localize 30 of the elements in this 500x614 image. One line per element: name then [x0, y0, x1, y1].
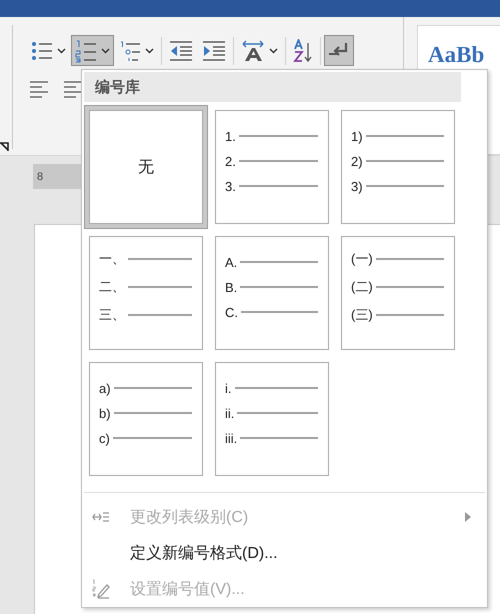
submenu-arrow-icon — [465, 512, 471, 522]
numbering-format-tile[interactable]: (一) (二) (三) — [341, 236, 455, 350]
numbered-list-icon — [75, 38, 97, 62]
bullet-list-icon — [31, 40, 53, 62]
list-level-icon — [92, 511, 110, 523]
align-center-icon — [63, 80, 83, 100]
numbering-pen-icon — [92, 578, 110, 600]
caret-icon — [101, 48, 110, 54]
ruler-number: 8 — [37, 170, 44, 182]
numbering-format-tile[interactable]: 1. 2. 3. — [215, 110, 329, 224]
text-direction-icon — [241, 40, 265, 62]
style-sample: AaBb — [428, 42, 484, 67]
numbering-format-tile[interactable]: 一、 二、 三、 — [89, 236, 203, 350]
numbering-button[interactable] — [71, 35, 114, 66]
multilevel-list-icon — [119, 40, 141, 62]
numbering-format-tile[interactable]: a) b) c) — [89, 362, 203, 476]
dialog-launcher-icon[interactable] — [0, 142, 9, 151]
numbering-format-tile[interactable]: 1) 2) 3) — [341, 110, 455, 224]
decrease-indent-icon — [169, 40, 193, 62]
numbering-format-tile[interactable]: A. B. C. — [215, 236, 329, 350]
increase-indent-icon — [202, 40, 226, 62]
menu-item[interactable]: 定义新编号格式(D)... — [82, 535, 487, 571]
menu-header: 编号库 — [84, 72, 461, 102]
caret-icon — [57, 48, 66, 54]
sort-icon — [293, 38, 313, 62]
caret-icon — [145, 48, 154, 54]
align-left-icon — [29, 80, 49, 100]
numbering-format-tile[interactable]: i. ii. iii. — [215, 362, 329, 476]
marks-button[interactable] — [324, 35, 354, 66]
caret-icon — [269, 48, 278, 54]
